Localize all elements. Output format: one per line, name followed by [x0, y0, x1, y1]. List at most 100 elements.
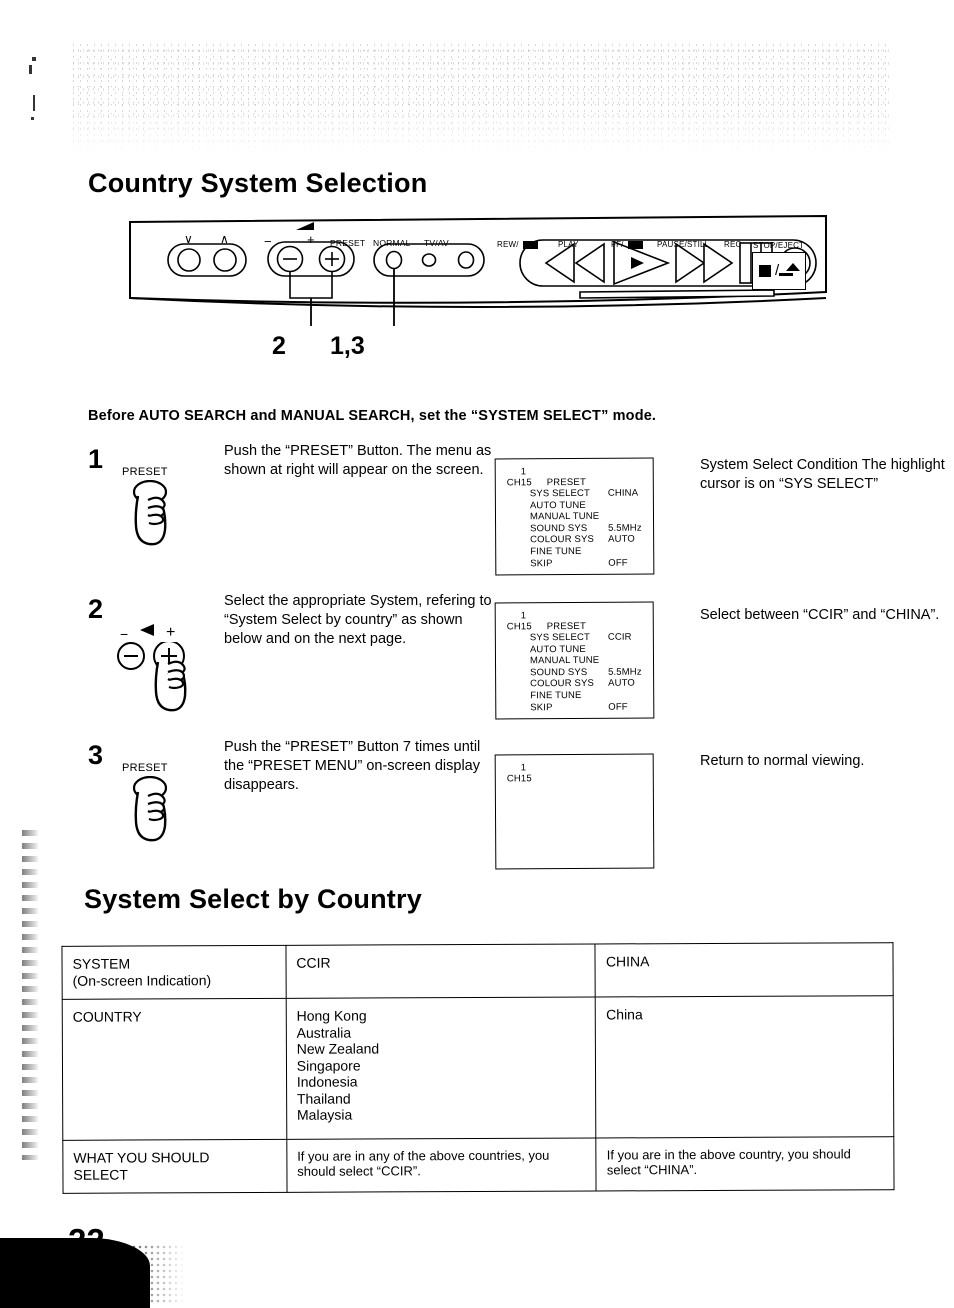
osd-item-list: SYS SELECT AUTO TUNE MANUAL TUNE SOUND S… [530, 488, 600, 570]
osd-item: COLOUR SYS [530, 534, 594, 546]
panel-label-stop-eject: STOP/EJECT [753, 241, 805, 250]
osd-item: MANUAL TUNE [529, 655, 600, 667]
osd-channel: CH15 [506, 773, 532, 785]
osd-preset-number: 1 [520, 610, 527, 622]
step-number: 2 [88, 594, 104, 624]
osd-item: FINE TUNE [530, 689, 582, 702]
osd-value-list: CCIR 5.5MHz AUTO OFF [608, 632, 642, 713]
step-instruction: Push the “PRESET” Button 7 times until t… [224, 739, 481, 793]
panel-label-rew: REW/ [497, 240, 519, 249]
osd-item-list: SYS SELECT AUTO TUNE MANUAL TUNE SOUND S… [530, 632, 600, 714]
osd-item: SKIP [530, 557, 553, 569]
vcr-front-panel-diagram [128, 214, 828, 329]
cell-system-ccir: CCIR [285, 943, 596, 999]
cell-select-ccir: If you are in any of the above countries… [286, 1137, 597, 1193]
page-number: 22 [68, 1222, 105, 1259]
osd-channel-header: 1 CH15 PRESET [507, 610, 586, 632]
osd-item: FINE TUNE [530, 545, 582, 558]
osd-value [608, 643, 642, 655]
panel-label-ff: FF/ [611, 240, 624, 249]
osd-value: OFF [608, 701, 628, 713]
osd-value [608, 546, 642, 558]
cell-countries-china: China [595, 996, 894, 1138]
cell-select-label: WHAT YOU SHOULD SELECT [62, 1138, 287, 1194]
select-label-line2: SELECT [73, 1166, 128, 1183]
osd-item: SOUND SYS [530, 522, 588, 535]
osd-value: CCIR [607, 631, 632, 643]
callout-preset-button: 1,3 [330, 332, 365, 360]
osd-channel-header: 1 CH15 [507, 762, 532, 784]
panel-label-rec: REC [724, 240, 742, 249]
osd-value: AUTO [608, 534, 636, 546]
osd-value: AUTO [608, 678, 636, 690]
scan-noise-band [70, 42, 890, 157]
osd-item: SYS SELECT [529, 631, 591, 644]
cell-country-label: COUNTRY [62, 998, 287, 1140]
country-item: Australia [296, 1024, 352, 1041]
callout-volume-buttons: 2 [272, 332, 286, 360]
osd-item: AUTO TUNE [529, 499, 586, 511]
cell-system-label: SYSTEM (On-screen Indication) [61, 945, 286, 1000]
osd-item: MANUAL TUNE [529, 511, 600, 523]
country-item: Singapore [296, 1057, 361, 1074]
country-item: Hong Kong [296, 1007, 367, 1025]
step-icon-label: PRESET [122, 762, 168, 774]
volume-triangle-icon [140, 624, 154, 636]
osd-value [608, 511, 642, 523]
intro-line: Before AUTO SEARCH and MANUAL SEARCH, se… [88, 408, 657, 424]
manual-page: Country System Selection ∨ ∧ − + PRESET … [0, 0, 954, 1308]
country-item: Indonesia [296, 1073, 358, 1091]
panel-label-vol-minus: − [264, 234, 272, 249]
panel-label-normal: NORMAL [373, 238, 411, 248]
panel-label-vol-plus: + [307, 232, 315, 247]
cell-countries-ccir: Hong Kong Australia New Zealand Singapor… [285, 997, 597, 1139]
osd-value: 5.5MHz [608, 666, 642, 678]
country-item: China [606, 1006, 643, 1023]
osd-screen-step-2: 1 CH15 PRESET SYS SELECT AUTO TUNE MANUA… [494, 601, 655, 720]
step-note: Select between “CCIR” and “CHINA”. [700, 607, 940, 623]
panel-label-tv-av: TV/AV [424, 238, 449, 248]
osd-value: CHINA [607, 487, 639, 499]
table-row-country: COUNTRY Hong Kong Australia New Zealand … [62, 996, 894, 1140]
osd-value: 5.5MHz [608, 522, 642, 534]
step-number: 3 [88, 740, 104, 770]
panel-label-play: PLAY [558, 240, 579, 249]
panel-label-preset: PRESET [330, 238, 366, 248]
step-instruction: Select the appropriate System, refering … [224, 593, 492, 647]
osd-preset-number: 1 [520, 762, 527, 774]
step-note: System Select Condition The highlight cu… [700, 457, 945, 492]
osd-screen-step-1: 1 CH15 PRESET SYS SELECT AUTO TUNE MANUA… [494, 457, 655, 576]
stop-eject-button-icon: / [752, 252, 806, 290]
osd-channel: CH15 [506, 477, 532, 489]
system-label-line1: SYSTEM [72, 955, 131, 972]
preset-button-press-icon: PRESET [112, 760, 208, 856]
osd-value-list: CHINA 5.5MHz AUTO OFF [608, 488, 642, 569]
panel-label-ch-down: ∨ [184, 232, 193, 246]
osd-item: SOUND SYS [530, 666, 588, 679]
osd-preset-number: 1 [520, 466, 527, 478]
minus-label: − [120, 626, 129, 642]
osd-channel-header: 1 CH15 PRESET [507, 466, 586, 488]
osd-value [608, 690, 642, 702]
scan-edge-streak [22, 830, 38, 1160]
step-icon-label: PRESET [122, 466, 168, 478]
osd-value: OFF [608, 557, 628, 569]
panel-label-pause-still: PAUSE/STILL [657, 240, 710, 249]
osd-item: AUTO TUNE [529, 643, 586, 655]
osd-channel: CH15 [506, 621, 532, 633]
country-table-title: System Select by Country [84, 884, 422, 914]
cell-select-china: If you are in the above country, you sho… [596, 1136, 895, 1191]
select-label-line1: WHAT YOU SHOULD [73, 1148, 210, 1166]
osd-menu-title: PRESET [546, 476, 586, 489]
plus-label: + [166, 624, 176, 641]
osd-item: SYS SELECT [529, 487, 591, 500]
osd-value [608, 655, 642, 667]
system-label-line2: (On-screen Indication) [72, 972, 212, 989]
page-title: Country System Selection [88, 168, 428, 198]
scan-edge-marks [24, 55, 50, 125]
country-item: New Zealand [296, 1040, 380, 1058]
osd-screen-step-3: 1 CH15 [494, 753, 655, 870]
table-row-what-to-select: WHAT YOU SHOULD SELECT If you are in any… [62, 1136, 895, 1194]
panel-label-ch-up: ∧ [220, 232, 229, 246]
table-row-system: SYSTEM (On-screen Indication) CCIR CHINA [61, 942, 894, 1000]
